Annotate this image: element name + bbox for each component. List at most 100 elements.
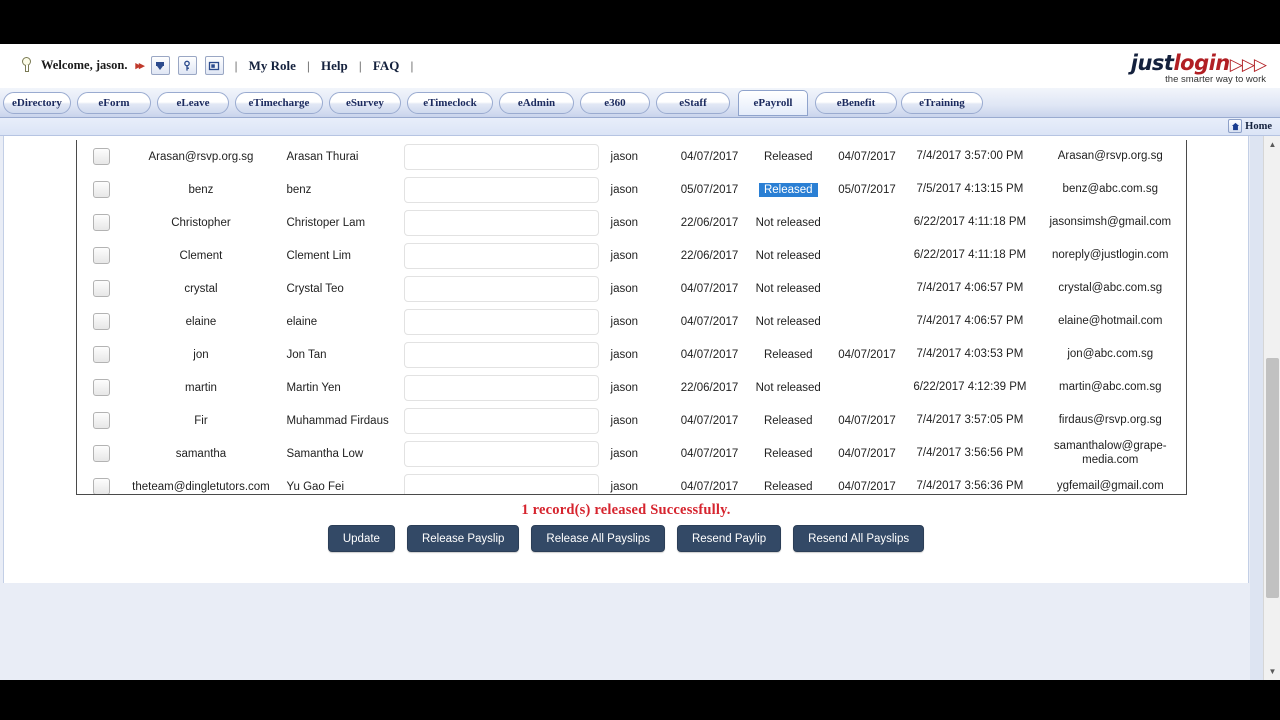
cell-status: Released: [748, 470, 829, 494]
cell-timestamp: 7/4/2017 3:57:05 PM: [916, 413, 1024, 426]
tab-edirectory[interactable]: eDirectory: [3, 92, 71, 114]
tab-etimeclock[interactable]: eTimeclock: [407, 92, 493, 114]
note-input[interactable]: [403, 176, 599, 203]
row-checkbox-cell: [77, 239, 125, 272]
row-checkbox[interactable]: [92, 181, 110, 198]
cell-note: [398, 437, 605, 470]
cell-released-date: [829, 272, 906, 305]
cell-username: crystal: [184, 282, 218, 295]
note-input[interactable]: [403, 143, 599, 170]
tab-eform[interactable]: eForm: [77, 92, 151, 114]
tab-label: eBenefit: [836, 97, 876, 109]
cell-released-date: 04/07/2017: [838, 447, 896, 460]
cell-released-date: [829, 206, 906, 239]
status-badge: Released: [763, 480, 813, 493]
tab-ebenefit[interactable]: eBenefit: [815, 92, 897, 114]
row-checkbox[interactable]: [92, 148, 110, 165]
tab-etraining[interactable]: eTraining: [901, 92, 983, 114]
resend-paylip-button[interactable]: Resend Paylip: [676, 525, 782, 552]
cell-date: 05/07/2017: [680, 183, 739, 196]
screen-root: Welcome, jason. ▸▸ | My Role | Help | FA…: [0, 0, 1280, 720]
row-checkbox[interactable]: [92, 445, 110, 462]
cell-released-date: 04/07/2017: [838, 150, 896, 163]
tab-label: eTraining: [919, 97, 965, 109]
note-input[interactable]: [403, 275, 599, 302]
row-checkbox[interactable]: [92, 346, 110, 363]
button-label: Resend Paylip: [691, 532, 767, 545]
tab-eadmin[interactable]: eAdmin: [499, 92, 574, 114]
tab-label: e360: [604, 97, 626, 109]
note-input[interactable]: [403, 242, 599, 269]
row-checkbox[interactable]: [92, 379, 110, 396]
cell-username: jon: [193, 348, 209, 361]
note-input[interactable]: [403, 308, 599, 335]
action-button-bar: Update Release Payslip Release All Payslip…: [4, 525, 1248, 552]
note-input[interactable]: [403, 407, 599, 434]
home-button[interactable]: Home: [1228, 119, 1272, 133]
cell-released-date: 05/07/2017: [838, 183, 896, 196]
table-row: elaine elaine jason 04/07/2017 Not released 7…: [77, 305, 1186, 338]
scroll-down-arrow-icon[interactable]: ▼: [1264, 663, 1280, 680]
cell-timestamp: 7/4/2017 4:03:53 PM: [916, 347, 1024, 360]
table-row: Fir Muhammad Firdaus jason 04/07/2017 Releas…: [77, 404, 1186, 437]
button-label: Release Payslip: [421, 532, 505, 545]
tab-epayroll[interactable]: ePayroll: [738, 90, 808, 116]
cell-email: samanthalow@grape-media.com: [1053, 440, 1167, 466]
table-row: Arasan@rsvp.org.sg Arasan Thurai jason 04/0…: [77, 140, 1186, 173]
note-input[interactable]: [403, 440, 599, 467]
row-checkbox[interactable]: [92, 247, 110, 264]
row-checkbox-cell: [77, 173, 125, 206]
row-checkbox[interactable]: [92, 478, 110, 494]
vertical-scrollbar[interactable]: ▲ ▼: [1263, 136, 1280, 680]
tab-esurvey[interactable]: eSurvey: [329, 92, 401, 114]
table-row: jon Jon Tan jason 04/07/2017 Released 04/07/2…: [77, 338, 1186, 371]
release-payslip-button[interactable]: Release Payslip: [406, 525, 520, 552]
row-checkbox[interactable]: [92, 313, 110, 330]
help-link[interactable]: Help: [321, 58, 348, 74]
cell-created-by: jason: [610, 315, 639, 328]
tab-eleave[interactable]: eLeave: [157, 92, 229, 114]
inbox-icon[interactable]: [150, 56, 170, 75]
tab-etimecharge[interactable]: eTimecharge: [235, 92, 323, 114]
message-icon[interactable]: [204, 56, 224, 75]
welcome-text: Welcome, jason.: [41, 58, 128, 72]
cell-date: 04/07/2017: [680, 480, 739, 493]
cell-username: Fir: [194, 414, 208, 427]
status-badge: Not released: [755, 381, 821, 394]
note-input[interactable]: [403, 374, 599, 401]
row-checkbox-cell: [77, 470, 125, 494]
cell-email: crystal@abc.com.sg: [1058, 281, 1163, 294]
update-button[interactable]: Update: [327, 525, 395, 552]
faq-link[interactable]: FAQ: [373, 58, 399, 74]
tab-estaff[interactable]: eStaff: [656, 92, 730, 114]
row-checkbox[interactable]: [92, 280, 110, 297]
row-checkbox[interactable]: [92, 214, 110, 231]
scroll-up-arrow-icon[interactable]: ▲: [1264, 136, 1280, 153]
resend-all-payslips-button[interactable]: Resend All Payslips: [793, 525, 925, 552]
cell-status: Not released: [748, 239, 829, 272]
cell-email: jon@abc.com.sg: [1067, 347, 1154, 360]
row-checkbox-cell: [77, 272, 125, 305]
tab-label: eTimeclock: [423, 97, 477, 109]
logo-word-login: login: [1173, 51, 1230, 75]
tab-e360[interactable]: e360: [580, 92, 650, 114]
cell-created-by: jason: [610, 282, 639, 295]
cell-date: 22/06/2017: [680, 216, 739, 229]
key-icon[interactable]: [177, 56, 197, 75]
table-row: crystal Crystal Teo jason 04/07/2017 Not rel…: [77, 272, 1186, 305]
note-input[interactable]: [403, 341, 599, 368]
cell-created-by: jason: [610, 249, 639, 262]
cell-date: 22/06/2017: [680, 381, 739, 394]
cell-username: martin: [184, 381, 217, 394]
cell-released-date: [829, 371, 906, 404]
double-arrow-icon[interactable]: ▸▸: [135, 59, 144, 72]
cell-note: [398, 173, 605, 206]
release-all-payslips-button[interactable]: Release All Payslips: [531, 525, 665, 552]
table-row: samantha Samantha Low jason 04/07/2017 Relea…: [77, 437, 1186, 470]
my-role-link[interactable]: My Role: [249, 58, 296, 74]
row-checkbox[interactable]: [92, 412, 110, 429]
scrollbar-thumb[interactable]: [1266, 358, 1279, 598]
note-input[interactable]: [403, 209, 599, 236]
note-input[interactable]: [403, 473, 599, 494]
cell-username: Christopher: [171, 216, 231, 229]
